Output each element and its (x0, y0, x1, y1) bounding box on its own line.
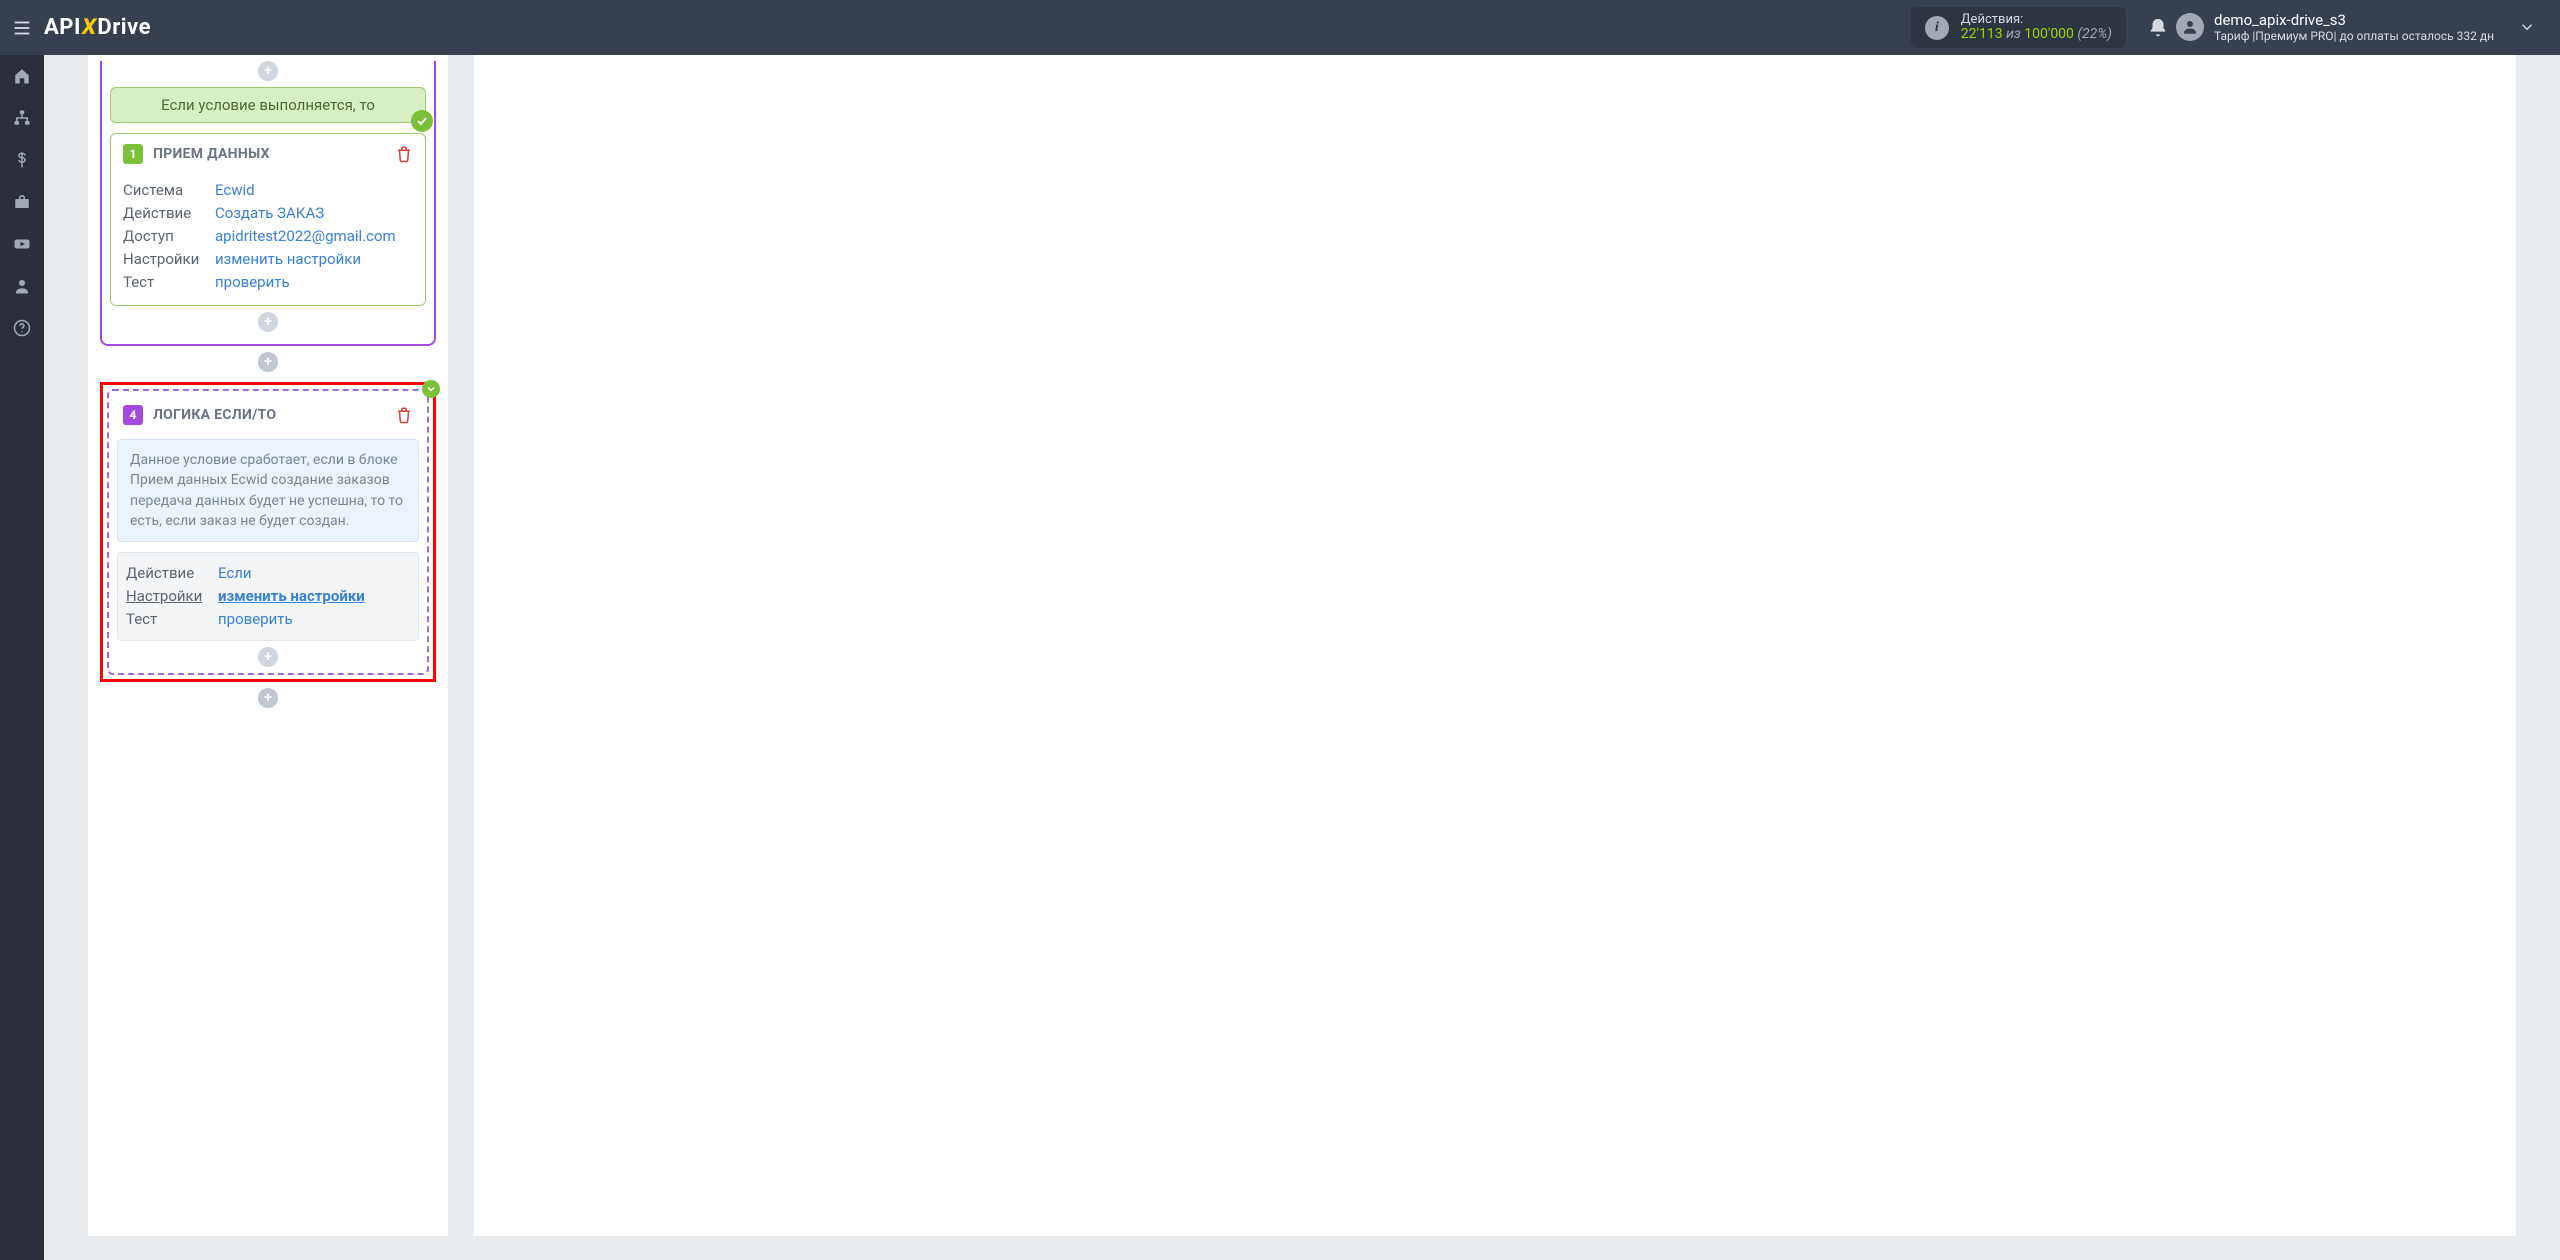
label-access: Доступ (123, 227, 215, 245)
actions-of: из (2006, 26, 2021, 42)
logo-api: API (44, 15, 81, 40)
youtube-icon (13, 235, 31, 253)
label-action: Действие (123, 204, 215, 222)
label-system: Система (123, 181, 215, 199)
briefcase-icon (13, 193, 31, 211)
delete-button[interactable] (395, 406, 413, 424)
check-icon (411, 110, 433, 132)
hamburger-icon (11, 17, 33, 39)
avatar-icon (2176, 13, 2204, 41)
sidebar (0, 55, 44, 1260)
actions-used: 22'113 (1961, 26, 2003, 42)
nav-account[interactable] (0, 265, 44, 307)
actions-total: 100'000 (2024, 26, 2074, 42)
link-test[interactable]: проверить (218, 610, 293, 628)
label-test: Тест (123, 273, 215, 291)
link-settings[interactable]: изменить настройки (215, 250, 361, 268)
nav-video[interactable] (0, 223, 44, 265)
nav-toolbox[interactable] (0, 181, 44, 223)
link-test[interactable]: проверить (215, 273, 290, 291)
add-step-button[interactable]: + (258, 61, 278, 81)
nav-help[interactable] (0, 307, 44, 349)
card-number: 1 (123, 144, 143, 164)
link-settings[interactable]: изменить настройки (218, 587, 365, 605)
card-title: ПРИЕМ ДАННЫХ (153, 146, 270, 162)
node-connected-icon (422, 380, 440, 398)
logo[interactable]: APIXDrive (44, 15, 151, 40)
link-access[interactable]: apidritest2022@gmail.com (215, 227, 396, 245)
info-description: Данное условие сработает, если в блоке П… (117, 439, 419, 542)
link-action[interactable]: Если (218, 564, 252, 582)
add-step-button[interactable]: + (258, 312, 278, 332)
add-step-button[interactable]: + (258, 647, 278, 667)
condition-banner: Если условие выполняется, то (110, 87, 426, 123)
chevron-down-icon (2518, 18, 2536, 36)
nav-connections[interactable] (0, 97, 44, 139)
bell-icon (2147, 17, 2169, 39)
nav-billing[interactable] (0, 139, 44, 181)
label-action: Действие (126, 564, 218, 582)
link-system[interactable]: Ecwid (215, 181, 255, 199)
user-menu[interactable]: demo_apix-drive_s3 Тариф |Премиум PRO| д… (2176, 12, 2560, 43)
label-test: Тест (126, 610, 218, 628)
topbar: APIXDrive i Действия: 22'113 из 100'000 … (0, 0, 2560, 55)
group-condition-true: + Если условие выполняется, то 1 ПРИЕМ Д… (100, 61, 436, 346)
trash-icon (395, 145, 413, 163)
logo-drive: Drive (97, 15, 151, 40)
group-logic-if: 4 ЛОГИКА ЕСЛИ/ТО Данное условие сработае… (100, 382, 436, 682)
home-icon (13, 67, 31, 85)
card-logic-if[interactable]: 4 ЛОГИКА ЕСЛИ/ТО Данное условие сработае… (111, 395, 425, 667)
label-settings: Настройки (123, 250, 215, 268)
actions-pct: (22%) (2077, 26, 2112, 42)
detail-panel (474, 55, 2516, 1236)
user-name: demo_apix-drive_s3 (2214, 12, 2494, 29)
card-receive-data[interactable]: 1 ПРИЕМ ДАННЫХ СистемаEcwid ДействиеСозд… (110, 133, 426, 306)
menu-toggle[interactable] (0, 0, 44, 55)
card-number: 4 (123, 405, 143, 425)
card-title: ЛОГИКА ЕСЛИ/ТО (153, 407, 276, 423)
user-icon (13, 277, 31, 295)
notifications-button[interactable] (2140, 17, 2176, 39)
label-settings: Настройки (126, 587, 218, 605)
trash-icon (395, 406, 413, 424)
info-icon: i (1925, 16, 1949, 40)
logo-x: X (80, 15, 99, 40)
link-action[interactable]: Создать ЗАКАЗ (215, 204, 324, 222)
sitemap-icon (13, 109, 31, 127)
page: + Если условие выполняется, то 1 ПРИЕМ Д… (44, 55, 2560, 1260)
add-step-between-button[interactable]: + (258, 352, 278, 372)
delete-button[interactable] (395, 145, 413, 163)
condition-text: Если условие выполняется, то (161, 96, 375, 114)
add-step-after-button[interactable]: + (258, 688, 278, 708)
user-tariff: Тариф |Премиум PRO| до оплаты осталось 3… (2214, 29, 2494, 43)
flow-column: + Если условие выполняется, то 1 ПРИЕМ Д… (88, 55, 448, 1236)
nav-home[interactable] (0, 55, 44, 97)
actions-counter[interactable]: i Действия: 22'113 из 100'000 (22%) (1911, 7, 2126, 49)
help-icon (13, 319, 31, 337)
actions-label: Действия: (1961, 13, 2112, 27)
dollar-icon (13, 151, 31, 169)
